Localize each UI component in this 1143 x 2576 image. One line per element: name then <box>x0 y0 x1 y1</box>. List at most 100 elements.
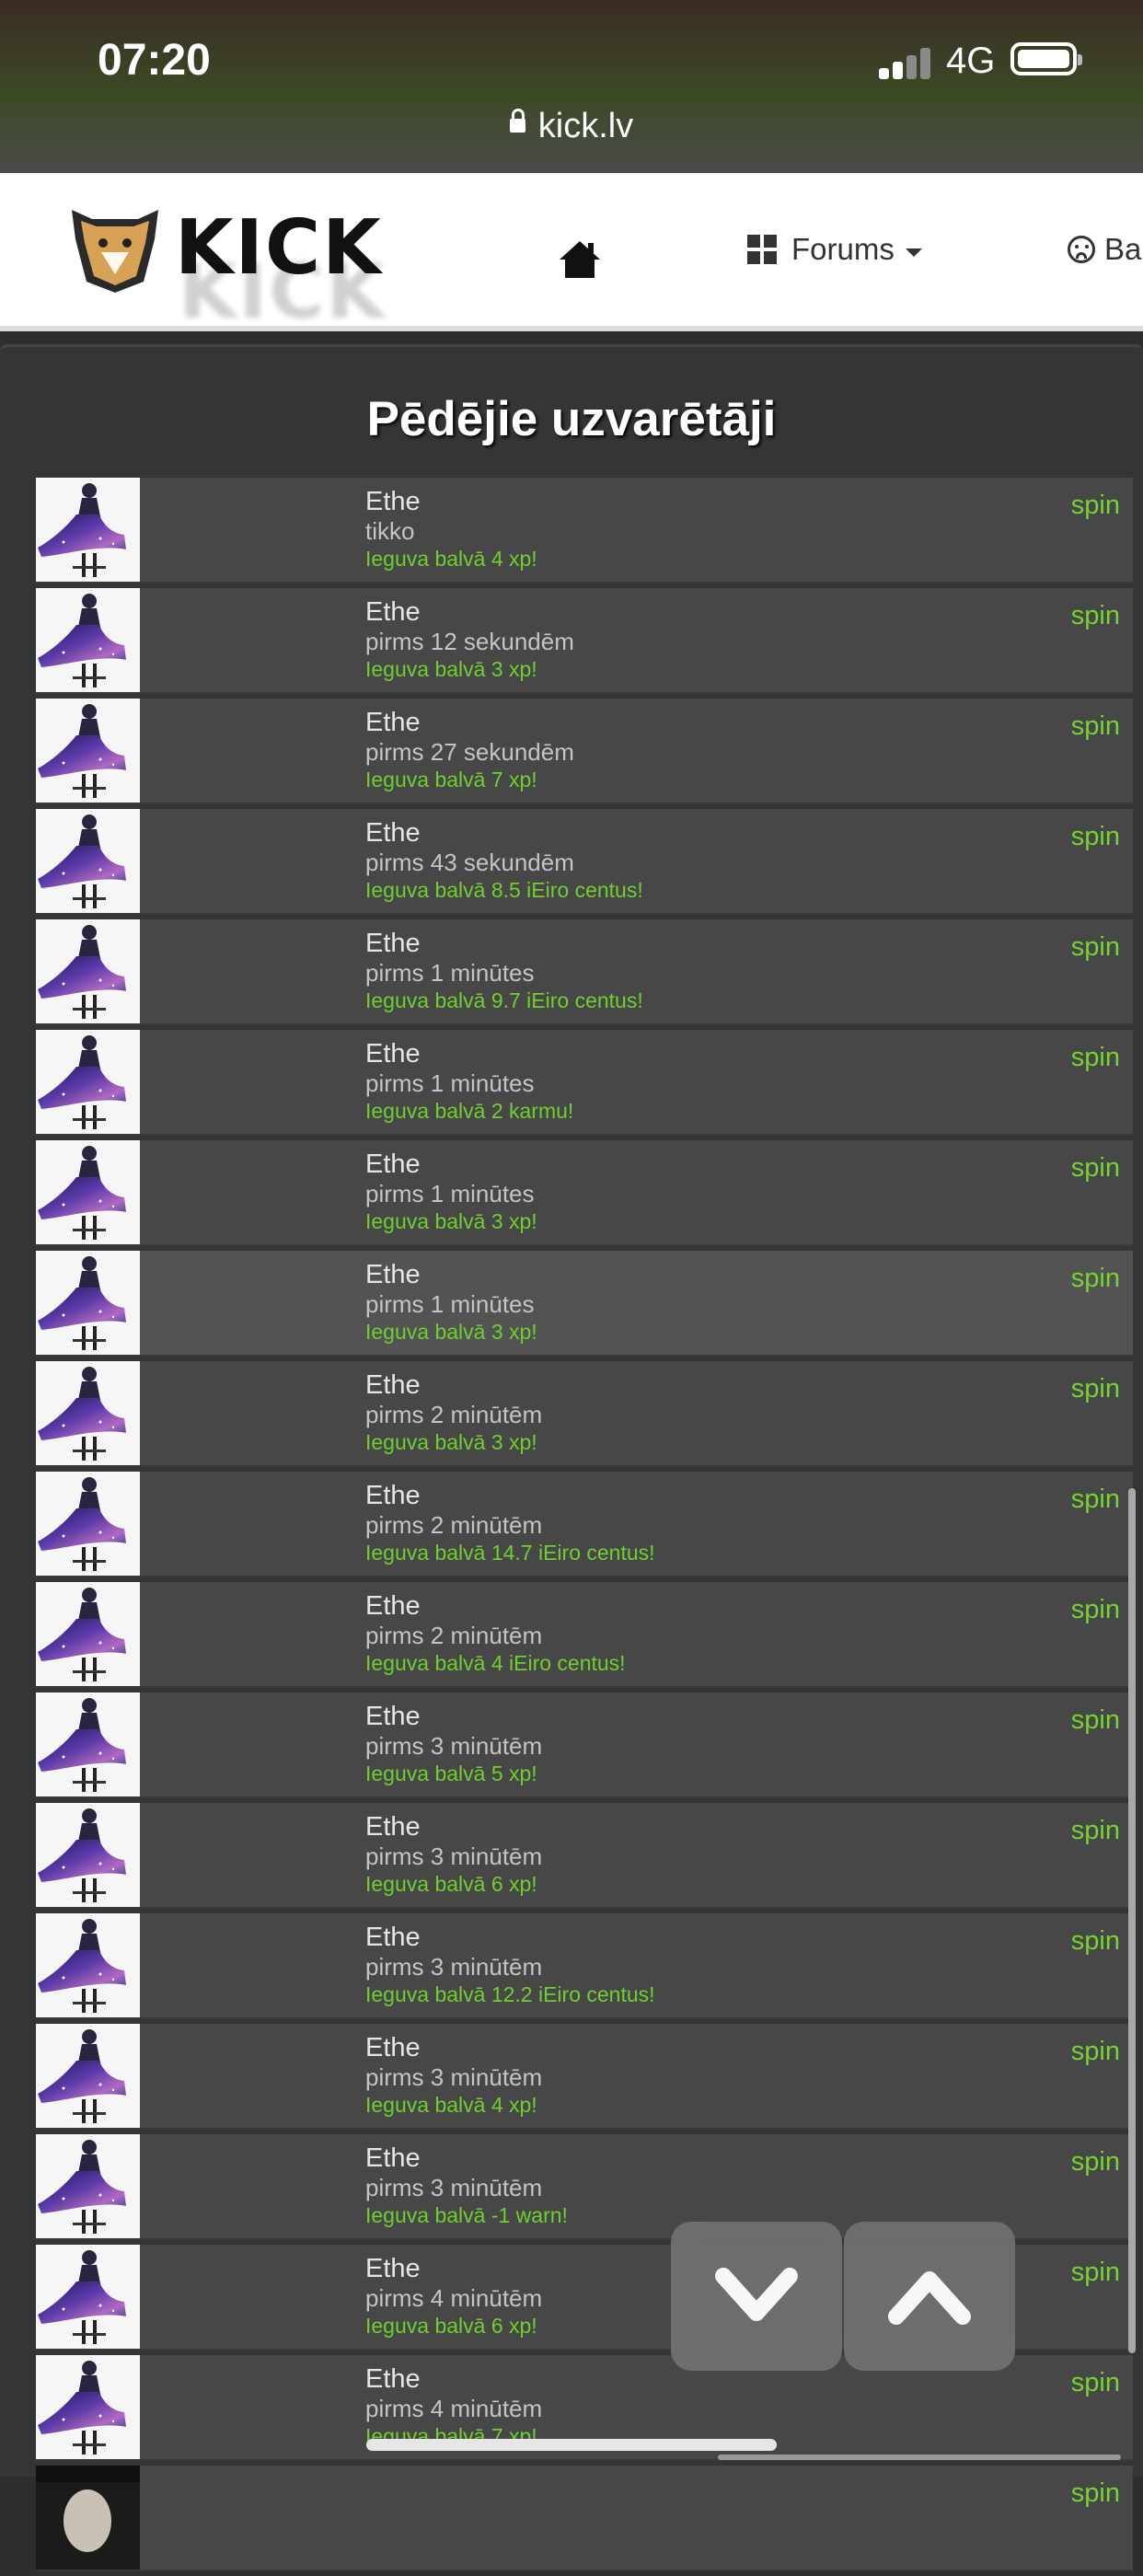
user-avatar-image <box>36 2245 140 2349</box>
user-avatar-image <box>36 478 140 582</box>
address-bar[interactable]: kick.lv <box>0 107 1143 146</box>
avatar[interactable] <box>36 1361 140 1465</box>
avatar[interactable] <box>36 699 140 803</box>
avatar[interactable] <box>36 2245 140 2349</box>
spin-link[interactable]: spin <box>1071 1816 1120 1846</box>
spin-link[interactable]: spin <box>1071 491 1120 521</box>
winner-time: pirms 1 minūtes <box>365 1069 535 1097</box>
spin-link[interactable]: spin <box>1071 2037 1120 2067</box>
user-avatar-image <box>36 1803 140 1907</box>
scroll-down-button[interactable] <box>671 2222 842 2371</box>
user-avatar-image <box>36 1692 140 1796</box>
vertical-scrollbar[interactable] <box>1128 1488 1136 2353</box>
avatar[interactable] <box>36 1251 140 1355</box>
winner-row[interactable]: Ethe pirms 43 sekundēm Ieguva balvā 8.5 … <box>36 809 1133 915</box>
spin-link[interactable]: spin <box>1071 932 1120 963</box>
scroll-up-button[interactable] <box>844 2222 1015 2371</box>
battery-icon <box>1010 42 1082 75</box>
avatar[interactable] <box>36 1140 140 1244</box>
winner-row[interactable]: spin <box>36 2466 1133 2571</box>
avatar[interactable] <box>36 1803 140 1907</box>
nav-item-more[interactable]: Ba <box>1068 232 1141 267</box>
spin-link[interactable]: spin <box>1071 822 1120 852</box>
winner-username[interactable]: Ethe <box>365 1149 421 1180</box>
winner-time: pirms 4 minūtēm <box>365 2284 543 2312</box>
winner-username[interactable]: Ethe <box>365 2033 421 2063</box>
avatar[interactable] <box>36 1582 140 1686</box>
spin-link[interactable]: spin <box>1071 711 1120 742</box>
spin-link[interactable]: spin <box>1071 1374 1120 1404</box>
spin-link[interactable]: spin <box>1071 1264 1120 1294</box>
winner-row[interactable]: Ethe pirms 2 minūtēm Ieguva balvā 3 xp! … <box>36 1361 1133 1467</box>
winner-username[interactable]: Ethe <box>365 1370 421 1401</box>
winner-row[interactable]: Ethe pirms 3 minūtēm Ieguva balvā 12.2 i… <box>36 1913 1133 2019</box>
winner-row[interactable]: Ethe pirms 3 minūtēm Ieguva balvā 4 xp! … <box>36 2024 1133 2130</box>
winner-row[interactable]: Ethe pirms 12 sekundēm Ieguva balvā 3 xp… <box>36 588 1133 694</box>
forums-menu[interactable]: Forums <box>747 232 922 267</box>
winner-username[interactable]: Ethe <box>365 487 421 517</box>
winner-row[interactable]: Ethe pirms 2 minūtēm Ieguva balvā 4 iEir… <box>36 1582 1133 1688</box>
winner-username[interactable]: Ethe <box>365 1039 421 1069</box>
spin-link[interactable]: spin <box>1071 2147 1120 2177</box>
user-avatar-image <box>36 1582 140 1686</box>
winner-row[interactable]: Ethe pirms 1 minūtes Ieguva balvā 9.7 iE… <box>36 919 1133 1025</box>
home-indicator[interactable] <box>366 2439 777 2451</box>
avatar[interactable] <box>36 2355 140 2459</box>
winner-time: pirms 12 sekundēm <box>365 628 574 655</box>
avatar[interactable] <box>36 2134 140 2238</box>
winner-username[interactable]: Ethe <box>365 1702 421 1732</box>
winner-username[interactable]: Ethe <box>365 1923 421 1953</box>
spin-link[interactable]: spin <box>1071 1926 1120 1957</box>
forums-label: Forums <box>791 232 895 266</box>
home-icon[interactable] <box>558 237 602 282</box>
spin-link[interactable]: spin <box>1071 601 1120 631</box>
winner-row[interactable]: Ethe pirms 3 minūtēm Ieguva balvā 6 xp! … <box>36 1803 1133 1909</box>
winner-row[interactable]: Ethe pirms 3 minūtēm Ieguva balvā 5 xp! … <box>36 1692 1133 1798</box>
winner-username[interactable]: Ethe <box>365 1812 421 1842</box>
spin-link[interactable]: spin <box>1071 1484 1120 1515</box>
winner-row[interactable]: Ethe tikko Ieguva balvā 4 xp! spin <box>36 478 1133 583</box>
spin-link[interactable]: spin <box>1071 2478 1120 2509</box>
avatar[interactable] <box>36 2024 140 2128</box>
avatar[interactable] <box>36 478 140 582</box>
avatar[interactable] <box>36 1472 140 1576</box>
spin-link[interactable]: spin <box>1071 1153 1120 1184</box>
winner-username[interactable]: Ethe <box>365 708 421 738</box>
spin-link[interactable]: spin <box>1071 2368 1120 2398</box>
winner-row[interactable]: Ethe pirms 1 minūtes Ieguva balvā 3 xp! … <box>36 1140 1133 1246</box>
winner-username[interactable]: Ethe <box>365 818 421 849</box>
winner-row[interactable]: Ethe pirms 27 sekundēm Ieguva balvā 7 xp… <box>36 699 1133 804</box>
winner-username[interactable]: Ethe <box>365 2254 421 2284</box>
avatar[interactable] <box>36 2466 140 2570</box>
winner-row[interactable]: Ethe pirms 1 minūtes Ieguva balvā 3 xp! … <box>36 1251 1133 1357</box>
spin-link[interactable]: spin <box>1071 1705 1120 1736</box>
winner-row[interactable]: Ethe pirms 2 minūtēm Ieguva balvā 14.7 i… <box>36 1472 1133 1577</box>
avatar[interactable] <box>36 588 140 692</box>
winner-username[interactable]: Ethe <box>365 597 421 628</box>
avatar[interactable] <box>36 1030 140 1134</box>
horizontal-scrollbar[interactable] <box>718 2455 1121 2460</box>
winner-prize: Ieguva balvā 3 xp! <box>365 1209 537 1233</box>
avatar[interactable] <box>36 809 140 913</box>
winner-username[interactable]: Ethe <box>365 2364 421 2395</box>
spin-link[interactable]: spin <box>1071 1595 1120 1625</box>
grid-icon <box>747 235 777 264</box>
winner-username[interactable]: Ethe <box>365 929 421 959</box>
winner-time: tikko <box>365 517 415 545</box>
avatar[interactable] <box>36 1913 140 2017</box>
user-avatar-image <box>36 1361 140 1465</box>
winner-username[interactable]: Ethe <box>365 1591 421 1622</box>
url-text: kick.lv <box>537 107 634 145</box>
spin-link[interactable]: spin <box>1071 1043 1120 1073</box>
avatar[interactable] <box>36 919 140 1023</box>
avatar[interactable] <box>36 1692 140 1796</box>
winner-username[interactable]: Ethe <box>365 1260 421 1290</box>
user-avatar-image <box>36 919 140 1023</box>
winner-username[interactable]: Ethe <box>365 2143 421 2174</box>
winner-prize: Ieguva balvā 6 xp! <box>365 2314 537 2338</box>
winner-username[interactable]: Ethe <box>365 1481 421 1511</box>
winner-row[interactable]: Ethe pirms 1 minūtes Ieguva balvā 2 karm… <box>36 1030 1133 1136</box>
site-logo[interactable]: KICK KICK <box>64 195 433 326</box>
winner-time: pirms 1 minūtes <box>365 1290 535 1318</box>
spin-link[interactable]: spin <box>1071 2258 1120 2288</box>
